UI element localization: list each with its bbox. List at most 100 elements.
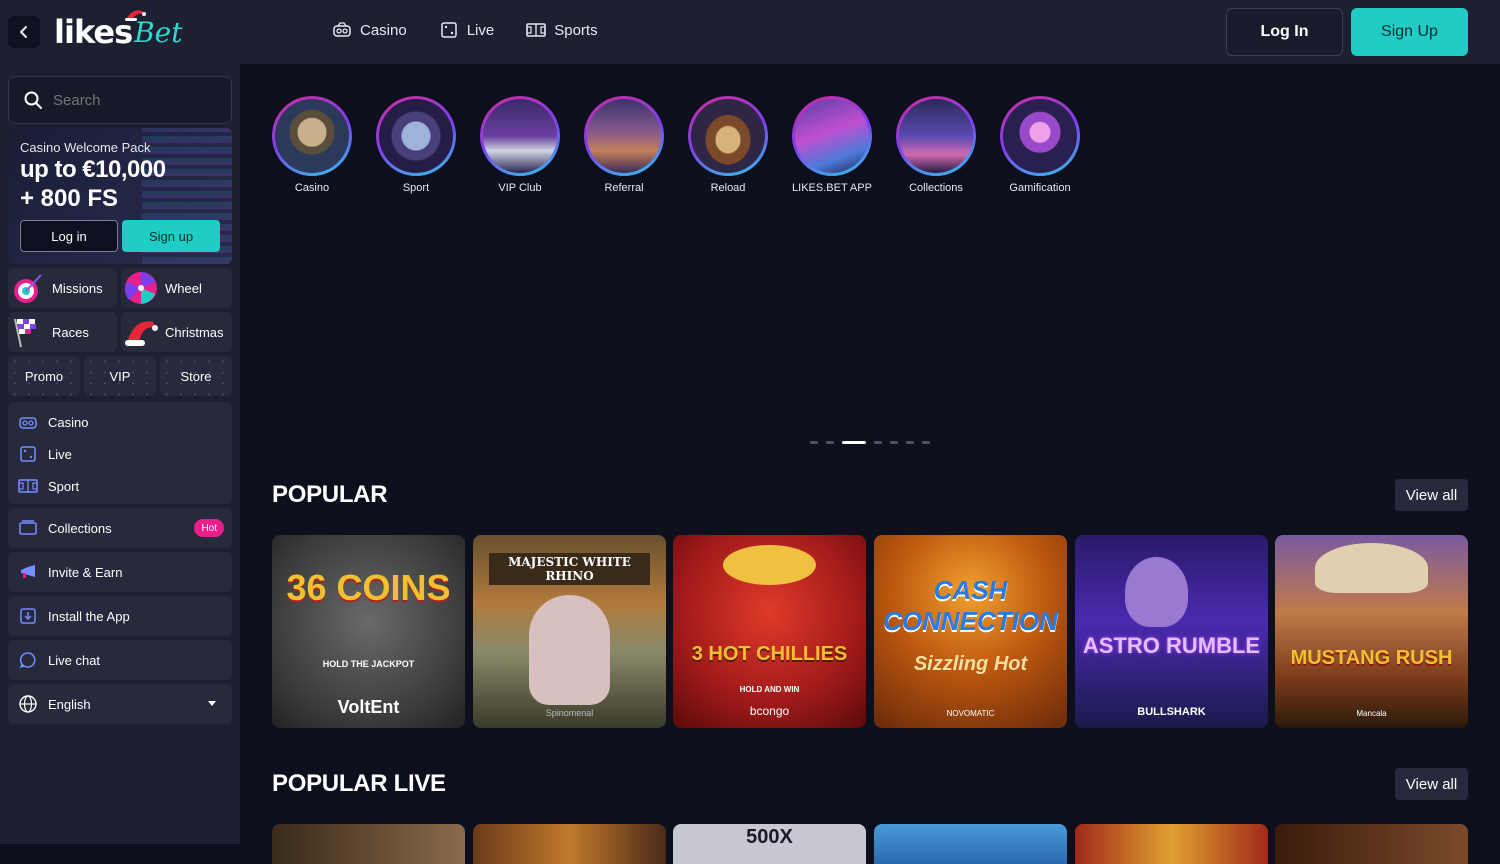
game-card[interactable]: 3 HOT CHILLIES HOLD AND WIN bcongo [673,535,866,728]
search-input[interactable] [53,91,213,109]
live-game-card[interactable] [874,824,1067,864]
category-sport[interactable]: Sport [376,96,456,194]
game-provider: bcongo [749,704,790,718]
category-gamification-label: Gamification [1009,182,1071,194]
sidebar-live-chat[interactable]: Live chat [8,640,232,680]
category-gamification[interactable]: Gamification [1000,96,1080,194]
promo-login-button[interactable]: Log in [20,220,118,252]
dice-icon [20,446,36,462]
hot-badge: Hot [194,519,224,537]
santa-hat-icon [125,321,158,346]
tile-races[interactable]: Races [8,312,117,352]
popular-section-title: POPULAR [272,481,388,508]
carousel-dot[interactable] [874,441,882,444]
tile-christmas[interactable]: Christmas [121,312,232,352]
category-vip-club-label: VIP Club [498,182,542,194]
popular-live-section-title: POPULAR LIVE [272,770,446,797]
language-label: English [48,696,91,712]
back-button[interactable] [8,16,40,48]
category-collections-label: Collections [909,182,963,194]
pill-vip[interactable]: VIP [84,356,156,396]
live-game-card[interactable]: 500X [673,824,866,864]
live-game-card[interactable] [1275,824,1468,864]
carousel-dot[interactable] [810,441,818,444]
game-card[interactable]: ASTRO RUMBLE BULLSHARK [1075,535,1268,728]
nav-live[interactable]: Live [439,20,494,40]
globe-icon [19,695,37,713]
promo-signup-button[interactable]: Sign up [122,220,220,252]
game-provider: Mancala [1356,709,1387,718]
collector-icon [899,99,973,173]
game-card[interactable]: CASH CONNECTION Sizzling Hot NOVOMATIC [874,535,1067,728]
pill-store[interactable]: Store [160,356,232,396]
phone-gift-icon [795,99,869,173]
sports-field-icon [18,479,38,493]
carousel-dot[interactable] [922,441,930,444]
carousel-indicators [810,441,930,444]
main-nav: Casino Live Sports [332,20,630,40]
tile-wheel[interactable]: Wheel [121,268,232,308]
promo-kicker: Casino Welcome Pack [20,140,151,155]
tile-missions-label: Missions [52,280,103,296]
sidebar-item-casino-label: Casino [48,414,89,430]
chevron-left-icon [20,26,27,38]
site-logo[interactable]: likes Bet [54,10,183,52]
sidebar-live-chat-label: Live chat [48,652,101,668]
game-subtitle: Sizzling Hot [913,653,1028,675]
game-card[interactable]: MUSTANG RUSH Mancala [1275,535,1468,728]
pill-promo-label: Promo [24,368,64,384]
carousel-dot[interactable] [906,441,914,444]
search-box[interactable] [8,76,232,124]
live-game-card[interactable] [473,824,666,864]
sidebar-install-app[interactable]: Install the App [8,596,232,636]
popular-view-all-button[interactable]: View all [1395,479,1468,511]
popular-live-view-all-button[interactable]: View all [1395,768,1468,800]
carousel-dot[interactable] [890,441,898,444]
category-casino-label: Casino [294,182,330,194]
checkered-flag-icon [14,318,36,348]
tile-christmas-label: Christmas [165,324,224,340]
category-reload[interactable]: Reload [688,96,768,194]
sidebar-install-app-label: Install the App [48,608,130,624]
live-game-card[interactable] [1075,824,1268,864]
wheel-icon [125,272,157,304]
game-title: 3 HOT CHILLIES [691,643,848,665]
category-referral-label: Referral [604,182,644,194]
sidebar-item-live[interactable]: Live [18,442,72,466]
signup-button[interactable]: Sign Up [1351,8,1468,56]
category-vip-club[interactable]: VIP Club [480,96,560,194]
nav-casino[interactable]: Casino [332,20,407,40]
sidebar-item-sport[interactable]: Sport [18,474,79,498]
sidebar: Casino Welcome Pack up to €10,000 + 800 … [0,64,240,844]
category-referral[interactable]: Referral [584,96,664,194]
game-card[interactable]: MAJESTIC WHITE RHINO Spinomenal [473,535,666,728]
category-casino[interactable]: Casino [272,96,352,194]
search-icon [24,91,42,109]
carousel-dot[interactable] [826,441,834,444]
nav-sports-label: Sports [554,21,598,39]
sport-ball-icon [379,99,453,173]
sidebar-item-casino[interactable]: Casino [18,410,88,434]
language-selector[interactable]: English [8,684,232,724]
category-likesbet-app[interactable]: LIKES.BET APP [792,96,872,194]
login-button[interactable]: Log In [1226,8,1343,56]
sombrero-icon [723,545,816,585]
people-group-icon [587,99,661,173]
game-card[interactable]: 36 COINS HOLD THE JACKPOT VoltEnt [272,535,465,728]
category-collections[interactable]: Collections [896,96,976,194]
sidebar-collections[interactable]: Collections Hot [8,508,232,548]
game-subtitle: HOLD AND WIN [739,685,800,694]
carousel-dot-active[interactable] [842,441,866,444]
roulette-icon [691,99,765,173]
tile-missions[interactable]: Missions [8,268,117,308]
sidebar-item-sport-label: Sport [48,478,80,494]
live-game-card[interactable] [272,824,465,864]
alien-icon [1125,557,1188,627]
game-subtitle: HOLD THE JACKPOT [322,659,415,669]
welcome-promo-banner: Casino Welcome Pack up to €10,000 + 800 … [8,128,232,264]
megaphone-icon [21,565,35,578]
sports-field-icon [526,23,546,37]
pill-promo[interactable]: Promo [8,356,80,396]
sidebar-invite-earn[interactable]: Invite & Earn [8,552,232,592]
nav-sports[interactable]: Sports [526,20,598,40]
